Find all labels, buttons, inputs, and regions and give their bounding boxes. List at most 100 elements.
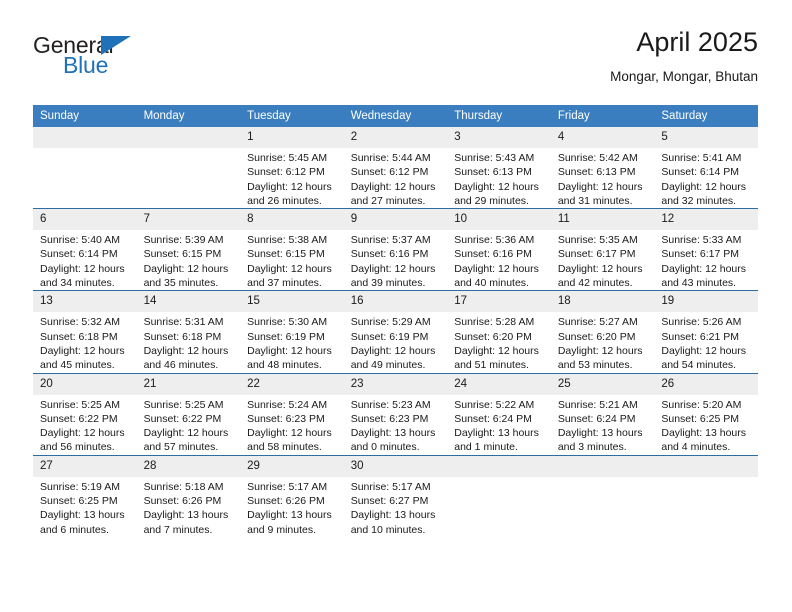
calendar-day-cell[interactable]: 30 Sunrise: 5:17 AM Sunset: 6:27 PM Dayligh… (343, 454, 448, 537)
sunrise-text: Sunrise: 5:25 AM (143, 398, 224, 411)
day-number (654, 455, 758, 477)
day-number: 6 (33, 209, 137, 231)
calendar-day-cell[interactable]: 19 Sunrise: 5:26 AM Sunset: 6:21 PM Dayligh… (654, 290, 758, 374)
daylight-text-line2: and 0 minutes. (350, 441, 420, 454)
sunrise-text: Sunrise: 5:38 AM (247, 234, 328, 247)
day-number: 30 (343, 455, 448, 477)
sunset-text: Sunset: 6:24 PM (557, 412, 636, 425)
day-number (33, 127, 137, 148)
sunset-text: Sunset: 6:23 PM (247, 412, 325, 425)
calendar-page: General Blue April 2025 Mongar, Mongar, … (0, 0, 792, 612)
daylight-text-line2: and 35 minutes. (143, 277, 219, 290)
calendar-day-cell[interactable]: 22 Sunrise: 5:24 AM Sunset: 6:23 PM Dayligh… (240, 372, 344, 456)
sunrise-text: Sunrise: 5:36 AM (454, 234, 535, 247)
sunset-text: Sunset: 6:12 PM (247, 166, 325, 179)
calendar-day-cell[interactable]: 1 Sunrise: 5:45 AM Sunset: 6:12 PM Daylight… (240, 127, 344, 209)
sunrise-text: Sunrise: 5:44 AM (350, 152, 431, 164)
sunrise-text: Sunrise: 5:35 AM (557, 234, 638, 247)
day-number: 5 (654, 127, 758, 148)
calendar-day-cell[interactable]: 14 Sunrise: 5:31 AM Sunset: 6:18 PM Dayligh… (136, 290, 241, 374)
calendar-day-cell[interactable]: 5 Sunrise: 5:41 AM Sunset: 6:14 PM Daylight… (654, 127, 758, 209)
daylight-text-line2: and 39 minutes. (350, 277, 426, 290)
daylight-text-line1: Daylight: 12 hours (143, 344, 229, 357)
sunrise-text: Sunrise: 5:39 AM (143, 234, 224, 247)
day-number: 3 (447, 127, 551, 148)
day-number: 29 (240, 455, 344, 477)
calendar-day-cell[interactable]: 3 Sunrise: 5:43 AM Sunset: 6:13 PM Daylight… (447, 127, 551, 209)
day-details: Sunrise: 5:30 AM Sunset: 6:19 PM Daylight:… (240, 312, 344, 372)
calendar-day-cell[interactable]: 4 Sunrise: 5:42 AM Sunset: 6:13 PM Daylight… (550, 127, 655, 209)
day-details: Sunrise: 5:42 AM Sunset: 6:13 PM Daylight:… (551, 148, 655, 208)
day-details: Sunrise: 5:23 AM Sunset: 6:23 PM Daylight:… (344, 395, 448, 455)
day-number: 20 (33, 373, 137, 395)
calendar-day-cell[interactable]: 7 Sunrise: 5:39 AM Sunset: 6:15 PM Daylight… (136, 208, 241, 291)
sunset-text: Sunset: 6:21 PM (661, 330, 740, 343)
calendar-week-row: 13 Sunrise: 5:32 AM Sunset: 6:18 PM Dayligh… (33, 290, 758, 374)
day-details: Sunrise: 5:31 AM Sunset: 6:18 PM Daylight:… (137, 312, 241, 372)
page-title: April 2025 (636, 27, 758, 57)
calendar-day-cell[interactable]: 13 Sunrise: 5:32 AM Sunset: 6:18 PM Dayligh… (33, 290, 137, 374)
day-number: 7 (136, 209, 241, 231)
day-details: Sunrise: 5:19 AM Sunset: 6:25 PM Daylight:… (33, 477, 137, 537)
calendar-day-cell[interactable]: 6 Sunrise: 5:40 AM Sunset: 6:14 PM Daylight… (33, 208, 137, 291)
calendar-day-cell[interactable]: 2 Sunrise: 5:44 AM Sunset: 6:12 PM Daylight… (343, 127, 448, 209)
day-number (447, 455, 551, 477)
calendar-day-cell[interactable]: 16 Sunrise: 5:29 AM Sunset: 6:19 PM Dayligh… (343, 290, 448, 374)
sunset-text: Sunset: 6:25 PM (40, 495, 118, 508)
day-number: 27 (33, 455, 137, 477)
calendar-body: 1 Sunrise: 5:45 AM Sunset: 6:12 PM Daylight… (33, 127, 758, 537)
daylight-text-line2: and 32 minutes. (661, 194, 737, 207)
day-details: Sunrise: 5:33 AM Sunset: 6:17 PM Daylight:… (654, 230, 758, 290)
daylight-text-line2: and 40 minutes. (454, 277, 529, 290)
calendar-day-cell[interactable]: 25 Sunrise: 5:21 AM Sunset: 6:24 PM Dayligh… (550, 372, 655, 456)
sunset-text: Sunset: 6:17 PM (661, 248, 740, 261)
sunset-text: Sunset: 6:16 PM (454, 248, 532, 261)
calendar-day-cell[interactable]: 21 Sunrise: 5:25 AM Sunset: 6:22 PM Dayligh… (136, 372, 241, 456)
weekday-header-friday: Friday (550, 105, 655, 127)
calendar-day-cell[interactable]: 23 Sunrise: 5:23 AM Sunset: 6:23 PM Dayligh… (343, 372, 448, 456)
daylight-text-line1: Daylight: 12 hours (143, 427, 229, 440)
daylight-text-line2: and 6 minutes. (40, 523, 109, 536)
day-number: 4 (550, 127, 655, 148)
calendar-day-cell[interactable]: 15 Sunrise: 5:30 AM Sunset: 6:19 PM Dayligh… (240, 290, 344, 374)
calendar-day-cell[interactable]: 8 Sunrise: 5:38 AM Sunset: 6:15 PM Daylight… (240, 208, 344, 291)
calendar-day-cell[interactable]: 9 Sunrise: 5:37 AM Sunset: 6:16 PM Daylight… (343, 208, 448, 291)
calendar-day-cell[interactable]: 27 Sunrise: 5:19 AM Sunset: 6:25 PM Dayligh… (33, 454, 137, 537)
sunrise-text: Sunrise: 5:23 AM (350, 398, 431, 411)
sunrise-text: Sunrise: 5:25 AM (40, 398, 120, 411)
sunrise-text: Sunrise: 5:32 AM (40, 316, 120, 329)
calendar-day-cell[interactable]: 11 Sunrise: 5:35 AM Sunset: 6:17 PM Dayligh… (550, 208, 655, 291)
day-details: Sunrise: 5:35 AM Sunset: 6:17 PM Daylight:… (551, 230, 655, 290)
day-details: Sunrise: 5:36 AM Sunset: 6:16 PM Daylight:… (447, 230, 551, 290)
day-details: Sunrise: 5:27 AM Sunset: 6:20 PM Daylight:… (551, 312, 655, 372)
calendar-day-cell[interactable]: 20 Sunrise: 5:25 AM Sunset: 6:22 PM Dayligh… (33, 372, 137, 456)
daylight-text-line1: Daylight: 12 hours (454, 180, 539, 193)
calendar-day-cell[interactable]: 29 Sunrise: 5:17 AM Sunset: 6:26 PM Dayligh… (240, 454, 344, 537)
daylight-text-line2: and 54 minutes. (661, 359, 737, 372)
sunset-text: Sunset: 6:27 PM (350, 495, 429, 508)
sunrise-text: Sunrise: 5:26 AM (661, 316, 742, 329)
day-number: 24 (447, 373, 551, 395)
daylight-text-line2: and 57 minutes. (143, 441, 219, 454)
day-details: Sunrise: 5:28 AM Sunset: 6:20 PM Daylight:… (447, 312, 551, 372)
sunset-text: Sunset: 6:13 PM (557, 166, 636, 179)
day-number: 18 (550, 291, 655, 313)
daylight-text-line1: Daylight: 12 hours (661, 180, 747, 193)
daylight-text-line2: and 37 minutes. (247, 277, 322, 290)
weekday-header-sunday: Sunday (33, 105, 137, 127)
calendar-day-cell[interactable]: 10 Sunrise: 5:36 AM Sunset: 6:16 PM Dayligh… (447, 208, 551, 291)
day-number: 16 (343, 291, 448, 313)
calendar-day-cell[interactable]: 26 Sunrise: 5:20 AM Sunset: 6:25 PM Dayligh… (654, 372, 758, 456)
calendar-day-cell[interactable]: 28 Sunrise: 5:18 AM Sunset: 6:26 PM Dayligh… (136, 454, 241, 537)
calendar-day-cell[interactable]: 17 Sunrise: 5:28 AM Sunset: 6:20 PM Dayligh… (447, 290, 551, 374)
calendar-day-cell[interactable]: 12 Sunrise: 5:33 AM Sunset: 6:17 PM Dayligh… (654, 208, 758, 291)
day-number: 10 (447, 209, 551, 231)
sunset-text: Sunset: 6:13 PM (454, 166, 532, 179)
sunset-text: Sunset: 6:18 PM (40, 330, 118, 343)
sunrise-text: Sunrise: 5:42 AM (557, 152, 638, 164)
daylight-text-line1: Daylight: 12 hours (454, 344, 539, 357)
calendar-day-cell[interactable]: 18 Sunrise: 5:27 AM Sunset: 6:20 PM Dayligh… (550, 290, 655, 374)
day-details: Sunrise: 5:26 AM Sunset: 6:21 PM Daylight:… (654, 312, 758, 372)
calendar-week-row: 1 Sunrise: 5:45 AM Sunset: 6:12 PM Daylight… (33, 127, 758, 209)
calendar-day-cell[interactable]: 24 Sunrise: 5:22 AM Sunset: 6:24 PM Dayligh… (447, 372, 551, 456)
